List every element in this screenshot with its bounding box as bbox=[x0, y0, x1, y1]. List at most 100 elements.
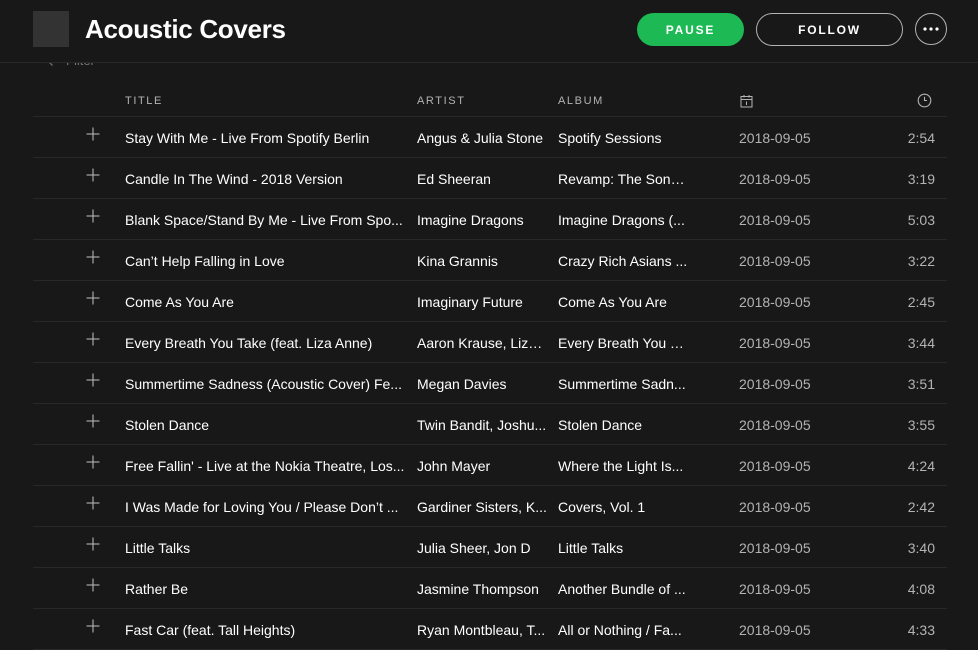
clock-icon bbox=[917, 93, 932, 108]
track-title: Fast Car (feat. Tall Heights) bbox=[125, 622, 296, 638]
track-album-link[interactable]: Revamp: The Song... bbox=[558, 170, 688, 188]
track-artist-link[interactable]: Kina Grannis bbox=[417, 252, 547, 270]
column-duration[interactable] bbox=[917, 93, 932, 111]
plus-icon[interactable] bbox=[86, 537, 100, 551]
follow-button[interactable]: FOLLOW bbox=[756, 13, 903, 46]
track-date-added: 2018-09-05 bbox=[739, 622, 811, 638]
track-table-header: TITLE ARTIST ALBUM bbox=[33, 90, 947, 117]
track-artist-link[interactable]: Angus & Julia Stone bbox=[417, 129, 547, 147]
track-title: Free Fallin' - Live at the Nokia Theatre… bbox=[125, 458, 405, 474]
track-row[interactable]: Stay With Me - Live From Spotify Berlin A… bbox=[33, 117, 947, 158]
track-date-added: 2018-09-05 bbox=[739, 335, 811, 351]
playlist-title: Acoustic Covers bbox=[85, 14, 286, 44]
track-row[interactable]: Free Fallin' - Live at the Nokia Theatre… bbox=[33, 445, 947, 486]
track-duration: 3:55 bbox=[907, 417, 935, 433]
track-date-added: 2018-09-05 bbox=[739, 499, 811, 515]
track-row[interactable]: Summertime Sadness (Acoustic Cover) Fe..… bbox=[33, 363, 947, 404]
plus-icon[interactable] bbox=[86, 209, 100, 223]
track-date-added: 2018-09-05 bbox=[739, 253, 811, 269]
track-album-link[interactable]: Summertime Sadn... bbox=[558, 375, 688, 393]
track-row[interactable]: Little Talks Julia Sheer, Jon D Little Tal… bbox=[33, 527, 947, 568]
track-duration: 2:54 bbox=[907, 130, 935, 146]
track-artist-link[interactable]: Julia Sheer, Jon D bbox=[417, 539, 547, 557]
track-list: Stay With Me - Live From Spotify Berlin A… bbox=[33, 117, 947, 650]
track-date-added: 2018-09-05 bbox=[739, 417, 811, 433]
track-artist-link[interactable]: Aaron Krause, Liza... bbox=[417, 334, 547, 352]
track-title: Rather Be bbox=[125, 581, 189, 597]
track-row[interactable]: Rather Be Jasmine Thompson Another Bundle … bbox=[33, 568, 947, 609]
column-date-added[interactable] bbox=[740, 94, 753, 111]
track-duration: 2:45 bbox=[907, 294, 935, 310]
track-album-link[interactable]: Imagine Dragons (... bbox=[558, 211, 688, 229]
plus-icon[interactable] bbox=[86, 455, 100, 469]
track-title: Summertime Sadness (Acoustic Cover) Fe..… bbox=[125, 376, 402, 392]
track-row[interactable]: Can’t Help Falling in Love Kina Grannis Cr… bbox=[33, 240, 947, 281]
track-duration: 4:08 bbox=[907, 581, 935, 597]
track-artist-link[interactable]: Imagine Dragons bbox=[417, 211, 547, 229]
plus-icon[interactable] bbox=[86, 619, 100, 633]
calendar-icon bbox=[740, 95, 753, 108]
track-duration: 3:51 bbox=[907, 376, 935, 392]
playlist-cover bbox=[33, 11, 69, 47]
track-artist-link[interactable]: Jasmine Thompson bbox=[417, 580, 547, 598]
track-artist-link[interactable]: Ed Sheeran bbox=[417, 170, 547, 188]
track-album-link[interactable]: Crazy Rich Asians ... bbox=[558, 252, 688, 270]
pause-button[interactable]: PAUSE bbox=[637, 13, 744, 46]
track-artist-link[interactable]: Imaginary Future bbox=[417, 293, 547, 311]
track-album-link[interactable]: Where the Light Is... bbox=[558, 457, 688, 475]
track-album-link[interactable]: All or Nothing / Fa... bbox=[558, 621, 688, 639]
playlist-header: Acoustic Covers PAUSE FOLLOW bbox=[0, 0, 978, 63]
track-row[interactable]: Every Breath You Take (feat. Liza Anne) A… bbox=[33, 322, 947, 363]
track-album-link[interactable]: Little Talks bbox=[558, 539, 688, 557]
track-duration: 4:33 bbox=[907, 622, 935, 638]
track-album-link[interactable]: Spotify Sessions bbox=[558, 129, 688, 147]
plus-icon[interactable] bbox=[86, 414, 100, 428]
track-title: Candle In The Wind - 2018 Version bbox=[125, 171, 343, 187]
track-date-added: 2018-09-05 bbox=[739, 130, 811, 146]
track-artist-link[interactable]: John Mayer bbox=[417, 457, 547, 475]
track-artist-link[interactable]: Twin Bandit, Joshu... bbox=[417, 416, 547, 434]
track-date-added: 2018-09-05 bbox=[739, 171, 811, 187]
track-date-added: 2018-09-05 bbox=[739, 581, 811, 597]
track-date-added: 2018-09-05 bbox=[739, 294, 811, 310]
track-duration: 3:44 bbox=[907, 335, 935, 351]
track-row[interactable]: I Was Made for Loving You / Please Don’t… bbox=[33, 486, 947, 527]
track-title: Come As You Are bbox=[125, 294, 234, 310]
plus-icon[interactable] bbox=[86, 291, 100, 305]
more-options-button[interactable] bbox=[915, 13, 947, 45]
track-album-link[interactable]: Covers, Vol. 1 bbox=[558, 498, 688, 516]
track-duration: 4:24 bbox=[907, 458, 935, 474]
track-title: Little Talks bbox=[125, 540, 191, 556]
track-title: I Was Made for Loving You / Please Don’t… bbox=[125, 499, 399, 515]
plus-icon[interactable] bbox=[86, 373, 100, 387]
track-title: Can’t Help Falling in Love bbox=[125, 253, 285, 269]
plus-icon[interactable] bbox=[86, 127, 100, 141]
track-row[interactable]: Come As You Are Imaginary Future Come As Y… bbox=[33, 281, 947, 322]
track-duration: 5:03 bbox=[907, 212, 935, 228]
column-album[interactable]: ALBUM bbox=[558, 95, 604, 107]
track-album-link[interactable]: Another Bundle of ... bbox=[558, 580, 688, 598]
track-date-added: 2018-09-05 bbox=[739, 376, 811, 392]
track-album-link[interactable]: Come As You Are bbox=[558, 293, 688, 311]
plus-icon[interactable] bbox=[86, 332, 100, 346]
track-date-added: 2018-09-05 bbox=[739, 540, 811, 556]
ellipsis-icon bbox=[923, 27, 939, 31]
plus-icon[interactable] bbox=[86, 578, 100, 592]
plus-icon[interactable] bbox=[86, 496, 100, 510]
track-row[interactable]: Fast Car (feat. Tall Heights) Ryan Montbl… bbox=[33, 609, 947, 650]
track-title: Stolen Dance bbox=[125, 417, 210, 433]
track-title: Blank Space/Stand By Me - Live From Spo.… bbox=[125, 212, 403, 228]
track-artist-link[interactable]: Megan Davies bbox=[417, 375, 547, 393]
track-row[interactable]: Candle In The Wind - 2018 Version Ed Shee… bbox=[33, 158, 947, 199]
column-title[interactable]: TITLE bbox=[125, 95, 163, 107]
column-artist[interactable]: ARTIST bbox=[417, 95, 466, 107]
track-artist-link[interactable]: Gardiner Sisters, K... bbox=[417, 498, 547, 516]
plus-icon[interactable] bbox=[86, 168, 100, 182]
plus-icon[interactable] bbox=[86, 250, 100, 264]
track-album-link[interactable]: Stolen Dance bbox=[558, 416, 688, 434]
track-row[interactable]: Stolen Dance Twin Bandit, Joshu... Stolen … bbox=[33, 404, 947, 445]
track-album-link[interactable]: Every Breath You T... bbox=[558, 334, 688, 352]
track-row[interactable]: Blank Space/Stand By Me - Live From Spo.… bbox=[33, 199, 947, 240]
track-duration: 3:19 bbox=[907, 171, 935, 187]
track-artist-link[interactable]: Ryan Montbleau, T... bbox=[417, 621, 547, 639]
